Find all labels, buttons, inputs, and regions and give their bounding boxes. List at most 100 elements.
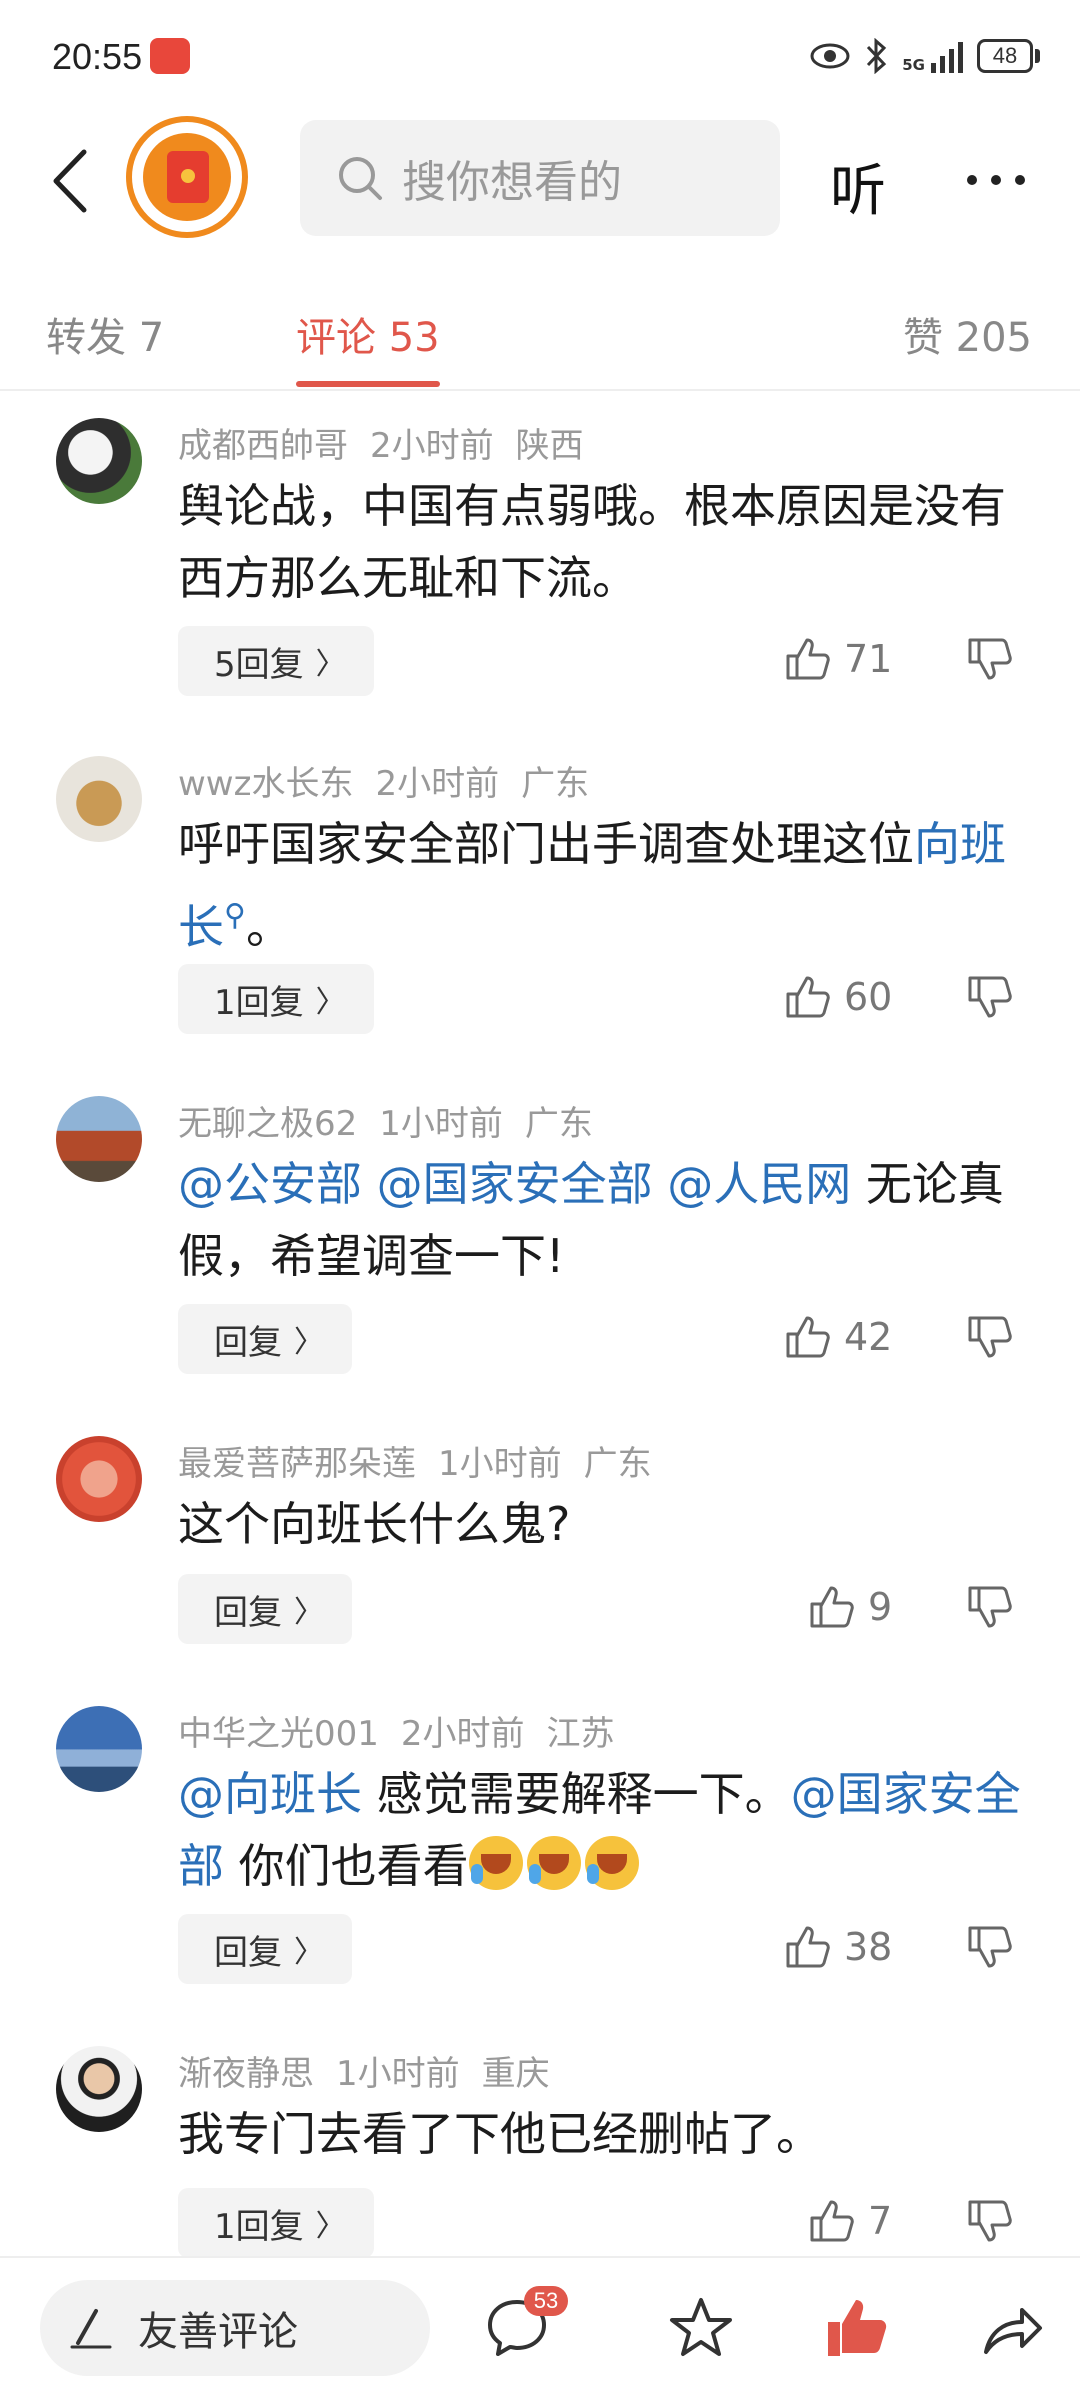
- search-input[interactable]: 搜你想看的: [300, 120, 780, 236]
- like-button[interactable]: 42: [784, 1314, 892, 1360]
- back-icon[interactable]: [50, 148, 90, 214]
- reply-label: 1回复: [214, 2206, 304, 2247]
- avatar[interactable]: [56, 1706, 142, 1792]
- comment-location: 江苏: [546, 1714, 615, 1754]
- like-count: 60: [844, 975, 893, 1019]
- comment-user[interactable]: 中华之光001: [178, 1714, 379, 1754]
- reply-label: 5回复: [214, 644, 304, 685]
- search-placeholder: 搜你想看的: [402, 157, 622, 208]
- like-count: 71: [844, 637, 893, 681]
- comment-text: @公安部 @国家安全部 @人民网 无论真假，希望调查一下!: [178, 1157, 1004, 1283]
- reply-button[interactable]: 5回复〉: [178, 626, 374, 696]
- comment-text: 这个向班长什么鬼?: [178, 1497, 571, 1551]
- mention-link[interactable]: @公安部: [178, 1157, 362, 1211]
- mention-link[interactable]: @人民网: [667, 1157, 851, 1211]
- comment-time: 1小时前: [438, 1444, 562, 1484]
- red-packet-icon[interactable]: [126, 116, 248, 238]
- thumb-up-icon: [786, 1926, 830, 1968]
- thumb-up-icon: [786, 976, 830, 1018]
- avatar[interactable]: [56, 418, 142, 504]
- bottom-action-bar: 友善评论 53: [0, 2256, 1080, 2388]
- comment-user[interactable]: 渐夜静思: [178, 2054, 314, 2094]
- mention-link[interactable]: @国家安全部: [377, 1157, 653, 1211]
- comment-input[interactable]: 友善评论: [40, 2280, 430, 2376]
- comment-input-label: 友善评论: [138, 2309, 298, 2355]
- thumb-down-icon[interactable]: [966, 1584, 1012, 1630]
- thumb-down-icon[interactable]: [966, 1924, 1012, 1970]
- comment-location: 陕西: [515, 426, 584, 466]
- tab-forward[interactable]: 转发 7: [46, 305, 164, 363]
- reply-label: 回复: [214, 1592, 282, 1633]
- comment-count-badge: 53: [524, 2286, 568, 2316]
- tab-comments[interactable]: 评论 53: [296, 305, 440, 363]
- like-filled-icon[interactable]: [824, 2296, 890, 2360]
- search-hint-icon[interactable]: ⚲: [224, 898, 246, 933]
- laughing-crying-emoji-icon: [584, 1836, 639, 1890]
- share-icon[interactable]: [980, 2296, 1046, 2360]
- comment-meta: 最爱菩萨那朵莲 1小时前 广东: [178, 1436, 674, 1485]
- comment-time: 2小时前: [370, 426, 494, 466]
- avatar[interactable]: [56, 1436, 142, 1522]
- reply-button[interactable]: 回复〉: [178, 1574, 352, 1644]
- search-icon: [339, 157, 382, 200]
- thumb-down-icon[interactable]: [966, 974, 1012, 1020]
- laughing-crying-emoji-icon: [526, 1836, 581, 1890]
- reply-button[interactable]: 1回复〉: [178, 2188, 374, 2258]
- header: 搜你想看的 听: [0, 110, 1080, 245]
- comment-text: 呼吁国家安全部门出手调查处理这位向班长⚲。: [178, 817, 1006, 954]
- comment-meta: 渐夜静思 1小时前 重庆: [178, 2046, 572, 2095]
- tab-likes[interactable]: 赞 205: [903, 305, 1032, 363]
- battery-level: 48: [977, 39, 1033, 73]
- comment-meta: wwz水长东 2小时前 广东: [178, 756, 611, 805]
- like-button[interactable]: 60: [784, 974, 892, 1020]
- notification-app-icon: [150, 38, 190, 74]
- comment-time: 1小时前: [336, 2054, 460, 2094]
- avatar[interactable]: [56, 756, 142, 842]
- reply-button[interactable]: 回复〉: [178, 1914, 352, 1984]
- signal-icon: 5G: [902, 39, 963, 73]
- laughing-crying-emoji-icon: [468, 1836, 523, 1890]
- like-count: 9: [868, 1585, 893, 1629]
- comment-meta: 中华之光001 2小时前 江苏: [178, 1706, 637, 1755]
- like-count: 42: [844, 1315, 893, 1359]
- comment-text: 舆论战，中国有点弱哦。根本原因是没有西方那么无耻和下流。: [178, 479, 1006, 605]
- like-button[interactable]: 38: [784, 1924, 892, 1970]
- comment-location: 广东: [524, 1104, 593, 1144]
- more-icon[interactable]: [966, 174, 1026, 186]
- mention-link[interactable]: @向班长: [178, 1767, 362, 1821]
- comment-location: 广东: [583, 1444, 652, 1484]
- active-tab-indicator: [296, 381, 440, 387]
- thumb-up-icon: [810, 2200, 854, 2242]
- reply-button[interactable]: 1回复〉: [178, 964, 374, 1034]
- pen-icon: [70, 2309, 112, 2349]
- comment-user[interactable]: 最爱菩萨那朵莲: [178, 1444, 416, 1484]
- thumb-down-icon[interactable]: [966, 1314, 1012, 1360]
- thumb-up-icon: [810, 1586, 854, 1628]
- comment-meta: 无聊之极62 1小时前 广东: [178, 1096, 615, 1145]
- like-button[interactable]: 9: [808, 1584, 892, 1630]
- reply-label: 回复: [214, 1932, 282, 1973]
- eye-icon: [810, 43, 850, 69]
- thumb-down-icon[interactable]: [966, 2198, 1012, 2244]
- star-icon[interactable]: [668, 2296, 734, 2360]
- avatar[interactable]: [56, 1096, 142, 1182]
- comment-meta: 成都西帥哥 2小时前 陕西: [178, 418, 606, 467]
- comment-user[interactable]: 无聊之极62: [178, 1104, 357, 1144]
- listen-button[interactable]: 听: [830, 146, 886, 227]
- bluetooth-icon: [867, 38, 887, 74]
- reply-button[interactable]: 回复〉: [178, 1304, 352, 1374]
- comment-location: 广东: [521, 764, 590, 804]
- reply-label: 1回复: [214, 982, 304, 1023]
- comment-time: 2小时前: [400, 1714, 525, 1754]
- comment-user[interactable]: 成都西帥哥: [178, 426, 348, 466]
- comment-location: 重庆: [481, 2054, 550, 2094]
- status-time: 20:55: [52, 36, 143, 77]
- status-indicators: 5G 48: [810, 38, 1040, 74]
- thumb-down-icon[interactable]: [966, 636, 1012, 682]
- like-button[interactable]: 7: [808, 2198, 892, 2244]
- comment-text: @向班长 感觉需要解释一下。@国家安全部 你们也看看: [178, 1767, 1021, 1893]
- comment-user[interactable]: wwz水长东: [178, 764, 353, 804]
- thumb-up-icon: [786, 1316, 830, 1358]
- like-button[interactable]: 71: [784, 636, 892, 682]
- avatar[interactable]: [56, 2046, 142, 2132]
